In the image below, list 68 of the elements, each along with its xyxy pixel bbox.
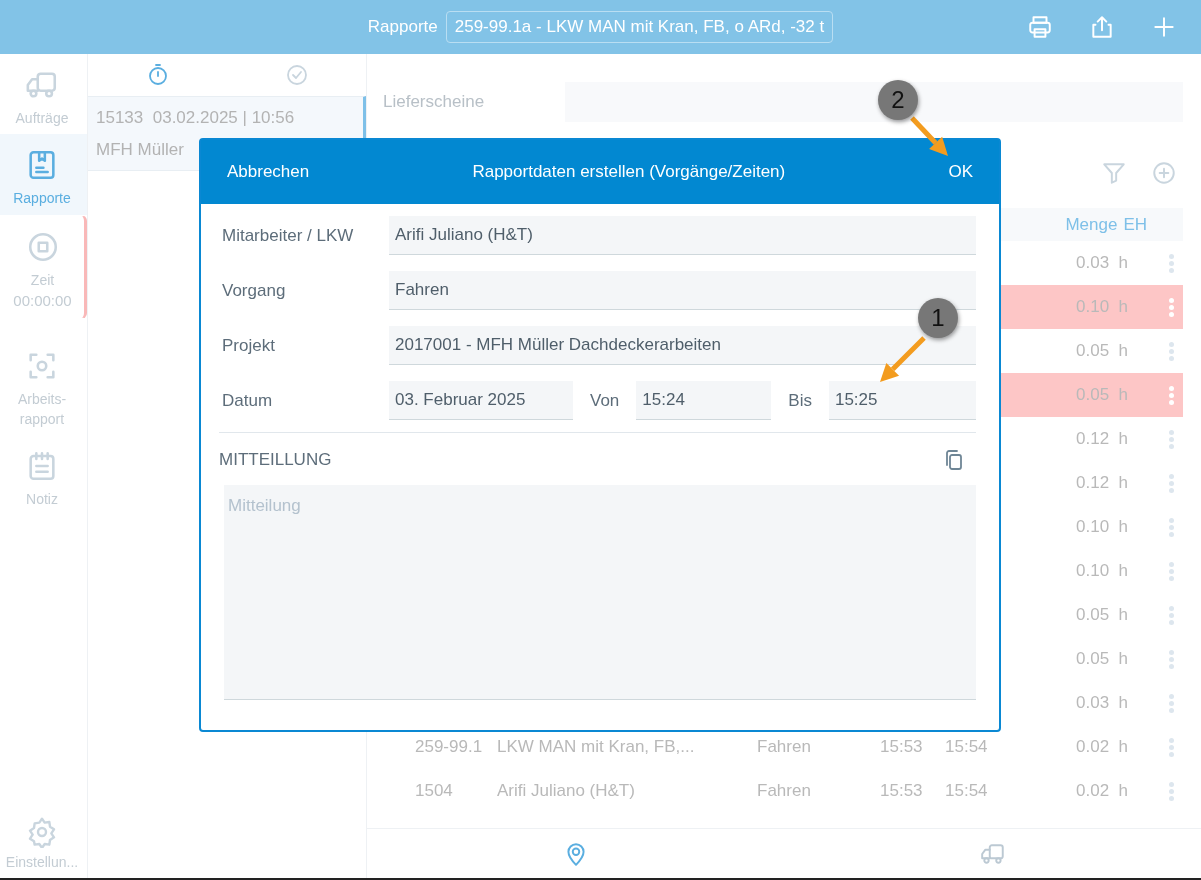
report-number-date[interactable]: 15133 03.02.2025 | 10:56 — [96, 105, 355, 131]
cancel-button[interactable]: Abbrechen — [227, 159, 310, 185]
share-icon[interactable] — [1089, 14, 1115, 40]
table-cell-text: Arifi Juliano (H&T) — [497, 780, 635, 803]
ok-button[interactable]: OK — [948, 159, 973, 185]
settings-icon — [26, 815, 58, 848]
table-cell-text: 0.05 h — [1076, 340, 1129, 363]
check-circle-icon[interactable] — [284, 63, 309, 87]
sidebar-item[interactable]: Rapporte — [0, 134, 87, 215]
table-cell-text: 15:53 — [880, 780, 923, 803]
more-icon[interactable] — [1168, 693, 1174, 713]
callout-arrow — [910, 116, 948, 156]
more-icon[interactable] — [1168, 737, 1174, 757]
table-cell-text: 15:54 — [945, 780, 988, 803]
column-header: EH — [1123, 213, 1147, 236]
table-cell-text: 0.05 h — [1076, 604, 1129, 627]
more-icon[interactable] — [1168, 649, 1174, 669]
more-icon[interactable] — [1168, 605, 1174, 625]
filter-icon[interactable] — [1101, 160, 1127, 186]
printer-icon[interactable] — [1027, 14, 1053, 40]
callout-arrow — [880, 336, 926, 382]
more-icon[interactable] — [1168, 253, 1174, 273]
table-cell-text: 0.10 h — [1076, 516, 1129, 539]
more-icon[interactable] — [1168, 429, 1174, 449]
table-cell-text: LKW MAN mit Kran, FB,... — [497, 736, 695, 759]
input-field[interactable] — [565, 82, 1183, 122]
table-cell-text: 259-99.1 — [415, 736, 483, 759]
table-cell-text: 0.05 h — [1076, 648, 1129, 671]
table-cell-text: 1504 — [415, 780, 453, 803]
table-cell-text: 0.10 h — [1076, 560, 1129, 583]
more-icon[interactable] — [1168, 781, 1174, 801]
table-cell-text: 15:54 — [945, 736, 988, 759]
more-icon[interactable] — [1168, 297, 1174, 317]
table-cell-text: 15:53 — [880, 736, 923, 759]
table-cell-text: 0.05 h — [1076, 384, 1129, 407]
more-icon[interactable] — [1168, 385, 1174, 405]
field-label: Projekt — [222, 334, 276, 357]
table-cell-text: 0.02 h — [1076, 780, 1129, 803]
table-cell-text: 0.02 h — [1076, 736, 1129, 759]
input-field[interactable]: 15:24 — [636, 381, 772, 420]
dialog-title: Rapportdaten erstellen (Vorgänge/Zeiten) — [472, 161, 786, 184]
more-icon[interactable] — [1168, 517, 1174, 537]
input-field[interactable]: 2017001 - MFH Müller Dachdeckerarbeiten — [389, 326, 976, 365]
column-header: Menge — [1065, 213, 1118, 236]
table-cell-text: 0.12 h — [1076, 472, 1129, 495]
field-label: Bis — [788, 389, 812, 412]
field-label: Lieferscheine — [383, 91, 486, 114]
field-label: Von — [590, 389, 620, 412]
input-field[interactable]: 15:25 — [828, 381, 976, 420]
field-label: Datum — [222, 389, 274, 412]
more-icon[interactable] — [1168, 473, 1174, 493]
message-field[interactable]: Mitteilung — [224, 484, 976, 700]
section-heading: MITTEILLUNG — [219, 449, 332, 471]
field-label: Vorgang — [222, 279, 287, 302]
table-cell-text: Fahren — [757, 736, 811, 759]
table-cell-text: 0.03 h — [1076, 252, 1129, 275]
more-icon[interactable] — [1168, 341, 1174, 361]
more-icon[interactable] — [1168, 561, 1174, 581]
table-cell-text: 0.10 h — [1076, 296, 1129, 319]
input-field[interactable]: Fahren — [389, 271, 976, 310]
input-field[interactable]: 03. Februar 2025 — [389, 381, 573, 420]
table-cell-text: 0.03 h — [1076, 692, 1129, 715]
page-title: Rapporte — [367, 16, 438, 39]
field-label: Mitarbeiter / LKW — [222, 224, 355, 247]
input-field[interactable]: Arifi Juliano (H&T) — [389, 216, 976, 255]
add-circle-icon[interactable] — [1151, 160, 1177, 186]
table-cell-text: Fahren — [757, 780, 811, 803]
table-cell-text: 0.12 h — [1076, 428, 1129, 451]
